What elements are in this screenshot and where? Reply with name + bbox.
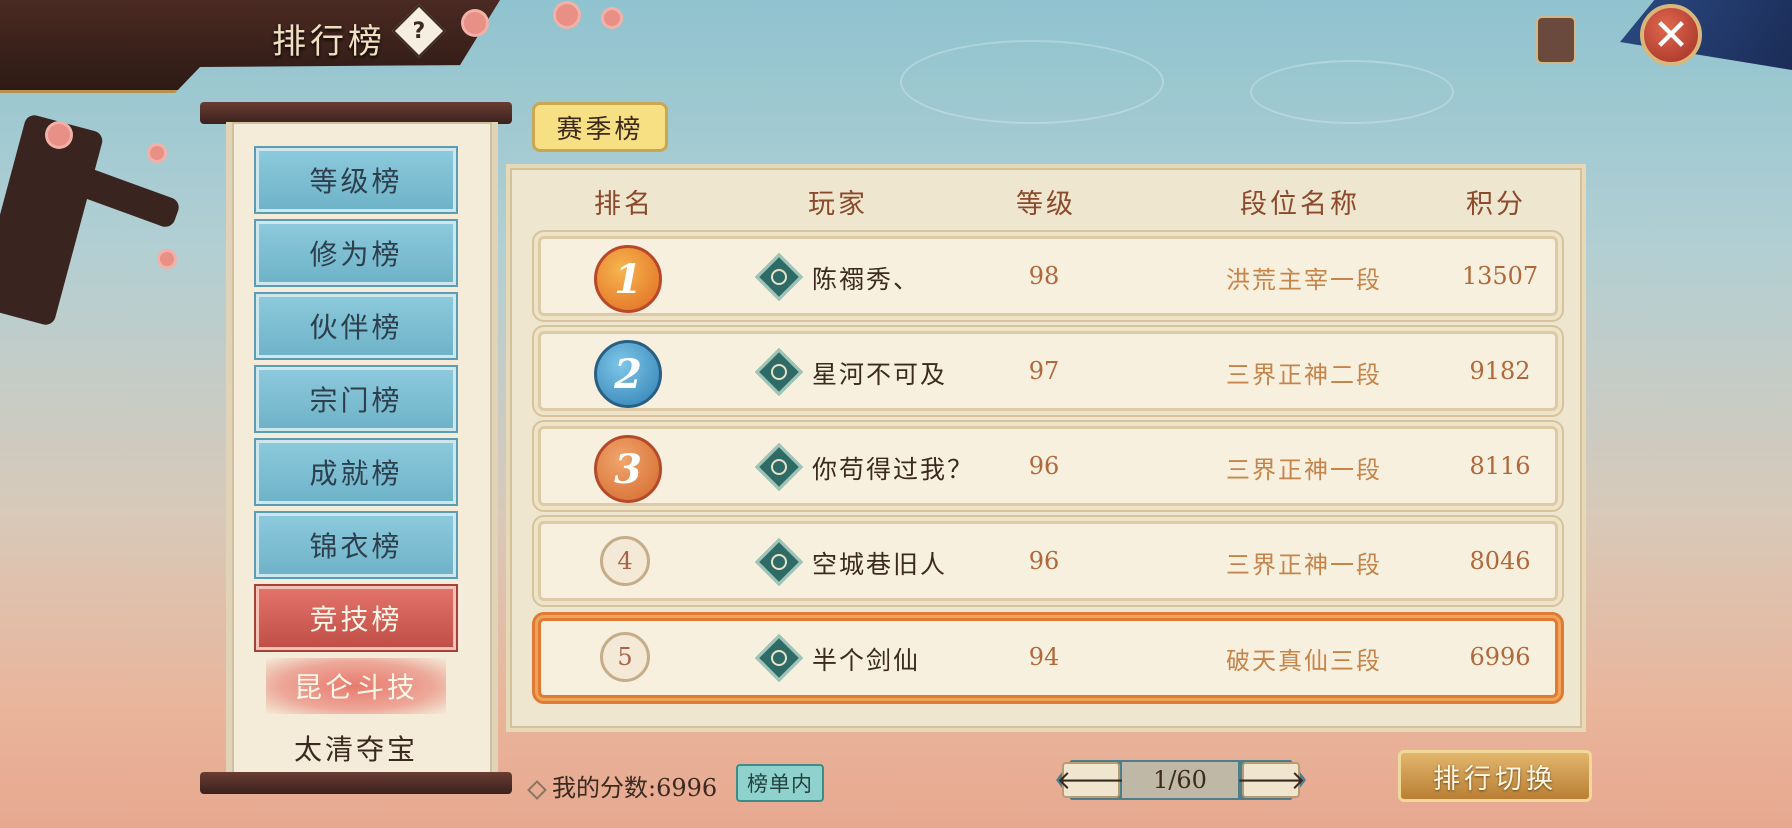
player-score: 8116 [1469,452,1531,480]
tree-branch-decoration [0,113,105,327]
player-tier: 三界正神一段 [1226,456,1382,484]
page-title: 排行榜 [272,22,386,62]
blossom-decoration [604,10,620,26]
tab-outfit-rank[interactable]: 锦衣榜 [254,511,458,579]
my-score-value: 我的分数:6996 [552,774,718,802]
next-page-button[interactable]: 🡒 [1236,762,1306,798]
rank-medal-bronze: 3 [594,435,662,503]
rank-medal-gold: 1 [594,245,662,313]
player-level: 98 [1028,262,1060,290]
player-name[interactable]: 你苟得过我？ [812,450,974,486]
player-score: 13507 [1461,262,1539,290]
rank-number-badge: 4 [600,536,650,586]
switch-ranking-button[interactable]: 排行切换 [1398,750,1592,802]
player-score: 9182 [1469,357,1531,385]
player-name[interactable]: 陈禤秀、 [812,260,920,296]
blossom-decoration [150,146,164,160]
column-header-player: 玩家 [808,189,868,220]
column-header-score: 积分 [1466,189,1526,220]
tab-level-rank[interactable]: 等级榜 [254,146,458,214]
tab-partner-rank[interactable]: 伙伴榜 [254,292,458,360]
lantern-icon [1536,16,1576,64]
player-level: 96 [1028,547,1060,575]
player-name[interactable]: 空城巷旧人 [812,545,947,581]
player-level: 97 [1028,357,1060,385]
close-button[interactable]: ✕ [1640,4,1702,66]
page-indicator: 1/60 [1122,762,1238,798]
column-header-rank: 排名 [594,189,654,220]
player-name[interactable]: 星河不可及 [812,355,947,391]
player-tier: 三界正神二段 [1226,361,1382,389]
player-level: 94 [1028,643,1060,671]
column-header-tier: 段位名称 [1240,189,1360,220]
column-header-level: 等级 [1016,189,1076,220]
subtab-kunlun-duel[interactable]: 昆仑斗技 [266,658,446,714]
player-score: 6996 [1469,643,1531,671]
player-level: 96 [1028,452,1060,480]
diamond-icon [527,779,547,800]
player-name[interactable]: 半个剑仙 [812,641,920,677]
help-glyph: ? [412,18,426,44]
rank-number-badge: 5 [600,632,650,682]
cloud-decoration [1250,60,1454,124]
blossom-decoration [160,252,174,266]
blossom-decoration [48,124,70,146]
blossom-decoration [464,12,486,34]
rank-medal-silver: 2 [594,340,662,408]
tab-achievement-rank[interactable]: 成就榜 [254,438,458,506]
player-tier: 洪荒主宰一段 [1226,266,1382,294]
player-tier: 三界正神一段 [1226,551,1382,579]
player-tier: 破天真仙三段 [1226,647,1382,675]
scroll-top-rod [200,102,512,124]
tab-cultivation-rank[interactable]: 修为榜 [254,219,458,287]
subtab-taiqing-treasure[interactable]: 太清夺宝 [266,720,446,776]
tab-arena-rank[interactable]: 竞技榜 [254,584,458,652]
blossom-decoration [556,4,578,26]
player-score: 8046 [1469,547,1531,575]
tab-sect-rank[interactable]: 宗门榜 [254,365,458,433]
prev-page-button[interactable]: 🡐 [1056,762,1126,798]
my-score-text: 我的分数:6996 [527,768,718,803]
cloud-decoration [900,40,1164,124]
in-list-badge: 榜单内 [736,764,824,802]
season-rank-tab[interactable]: 赛季榜 [532,102,668,152]
